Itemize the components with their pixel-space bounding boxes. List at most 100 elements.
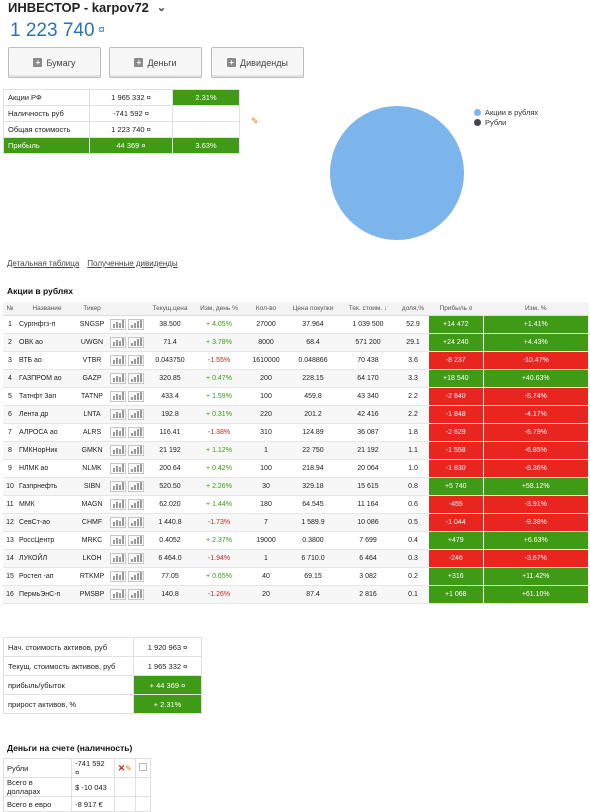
bar-chart-icon[interactable] [128,408,144,420]
area-chart-icon[interactable] [110,498,126,510]
area-chart-icon[interactable] [110,462,126,474]
stock-price: 71.4 [147,333,193,352]
stock-qty: 100 [245,387,287,406]
stock-number: 7 [3,423,17,442]
area-chart-icon[interactable] [110,336,126,348]
area-chart-icon[interactable] [110,390,126,402]
bar-chart-icon[interactable] [128,534,144,546]
stock-row[interactable]: 14 ЛУКОЙЛ LKOH 6 464.0 -1.94% 1 6 710.0 6 464 0.… [3,549,589,568]
bar-chart-icon[interactable] [128,372,144,384]
col-name[interactable]: Название [17,302,77,316]
col-charts [107,302,147,316]
area-chart-icon[interactable] [110,480,126,492]
stock-qty: 1 [245,441,287,460]
area-chart-icon[interactable] [110,588,126,600]
add-dividends-button[interactable]: + Дивиденды [211,47,304,78]
pencil-icon[interactable]: ✎ [251,116,259,127]
stock-row[interactable]: 3 ВТБ ао VTBR 0.043750 -1.55% 1610000 0.048866… [3,351,589,370]
stock-profit: +14 472 [429,315,484,334]
stock-number: 8 [3,441,17,460]
portfolio-title[interactable]: ИНВЕСТОР - karpov72 ⌄ [8,0,166,15]
bar-chart-icon[interactable] [128,318,144,330]
area-chart-icon[interactable] [110,354,126,366]
cash-value: -8 917 € [71,796,115,812]
stock-row[interactable]: 10 Газпрнефть SIBN 520.50 + 2.26% 30 329.18 15 … [3,477,589,496]
totals-row: прибыль/убыток + 44 369 ¤ [3,675,202,695]
area-chart-icon[interactable] [110,570,126,582]
add-securities-button[interactable]: + Бумагу [8,47,101,78]
bar-chart-icon[interactable] [128,480,144,492]
col-profit[interactable]: Прибыль ¤ [429,302,483,316]
received-dividends-link[interactable]: Полученные дивиденды [87,259,177,268]
stock-row[interactable]: 11 ММК MAGN 62.020 + 1.44% 180 64.545 11 164 0.6… [3,495,589,514]
legend-item-rubles[interactable]: Рубли [474,117,538,127]
stock-name: ПермьЭнС-п [17,585,77,604]
area-chart-icon[interactable] [110,534,126,546]
add-money-button[interactable]: + Деньги [109,47,202,78]
checkbox-icon[interactable] [135,758,151,778]
stock-row[interactable]: 8 ГМКНорНик GMKN 21 192 + 1.12% 1 22 750 21 192… [3,441,589,460]
summary-extra: 2.31% [172,89,240,106]
stock-chart-icons [107,477,147,496]
stock-name: ЛУКОЙЛ [17,549,77,568]
stock-row[interactable]: 4 ГАЗПРОМ ао GAZP 320.85 + 0.47% 200 228.15 64 … [3,369,589,388]
stock-row[interactable]: 9 НЛМК ао NLMK 200.64 + 0.42% 100 218.94 20 064… [3,459,589,478]
pencil-icon[interactable]: ✎ [125,764,132,773]
col-price[interactable]: Текущ.цена [147,302,193,316]
summary-label: Прибыль [3,137,90,154]
stock-profit: -1 830 [429,459,484,478]
area-chart-icon[interactable] [110,318,126,330]
area-chart-icon[interactable] [110,516,126,528]
chevron-down-icon[interactable]: ⌄ [157,1,166,14]
stock-name: ГМКНорНик [17,441,77,460]
stock-row[interactable]: 15 Ростел -ап RTKMP 77.05 + 0.65% 40 69.15 3 08… [3,567,589,586]
col-share[interactable]: доля,% [397,302,429,316]
stock-row[interactable]: 16 ПермьЭнС-п PMSBP 140.8 -1.26% 20 87.4 2 816 0… [3,585,589,604]
col-ticker[interactable]: Тикер [77,302,107,316]
bar-chart-icon[interactable] [128,444,144,456]
bar-chart-icon[interactable] [128,516,144,528]
stock-qty: 7 [245,513,287,532]
stock-share: 1.0 [397,459,429,478]
col-day-change[interactable]: Изм, день % [193,302,245,316]
col-number[interactable]: № [3,302,17,316]
stock-row[interactable]: 2 ОВК ао UWGN 71.4 + 3.78% 8000 68.4 571 200 29.… [3,333,589,352]
summary-value: 1 223 740 ¤ [89,121,173,138]
detailed-table-link[interactable]: Детальная таблица [7,259,79,268]
bar-chart-icon[interactable] [128,552,144,564]
stock-row[interactable]: 1 Сургнфгз-п SNGSP 38.500 + 4.05% 27000 37.964… [3,315,589,334]
area-chart-icon[interactable] [110,444,126,456]
bar-chart-icon[interactable] [128,498,144,510]
stock-chart-icons [107,369,147,388]
stock-row[interactable]: 7 АЛРОСА ао ALRS 116.41 -1.38% 310 124.89 36 08… [3,423,589,442]
stock-row[interactable]: 13 РоссЦентр MRKC 0.4052 + 2.37% 19000 0.3800 7… [3,531,589,550]
col-change[interactable]: Изм, % [483,302,589,316]
area-chart-icon[interactable] [110,552,126,564]
bar-chart-icon[interactable] [128,462,144,474]
col-current-value[interactable]: Тек. стоим. ↓ [339,302,397,316]
stock-current-value: 6 464 [339,549,397,568]
bar-chart-icon[interactable] [128,426,144,438]
pie-slice-stocks[interactable] [330,106,464,240]
stock-qty: 40 [245,567,287,586]
legend-item-stocks[interactable]: Акции в рублях [474,107,538,117]
stock-change: -5.74% [483,387,589,406]
summary-row: Акции РФ 1 965 332 ¤ 2.31% [3,89,240,106]
stock-ticker: LNTA [77,405,107,424]
bar-chart-icon[interactable] [128,354,144,366]
stocks-header-row: № Название Тикер Текущ.цена Изм, день % … [3,302,589,316]
stock-ticker: UWGN [77,333,107,352]
area-chart-icon[interactable] [110,372,126,384]
stock-row[interactable]: 6 Лента др LNTA 192.8 + 0.31% 220 201.2 42 416 2… [3,405,589,424]
area-chart-icon[interactable] [110,426,126,438]
col-qty[interactable]: Кол-во [245,302,287,316]
area-chart-icon[interactable] [110,408,126,420]
bar-chart-icon[interactable] [128,390,144,402]
bar-chart-icon[interactable] [128,588,144,600]
stock-row[interactable]: 12 СевСт-ао CHMF 1 440.8 -1.73% 7 1 589.9 10 08… [3,513,589,532]
bar-chart-icon[interactable] [128,336,144,348]
cash-value: $ -10 043 [71,777,115,797]
col-buy-price[interactable]: Цена покупки [287,302,339,316]
stock-row[interactable]: 5 Татнфт 3ап TATNP 433.4 + 1.59% 100 459.8 43 3… [3,387,589,406]
bar-chart-icon[interactable] [128,570,144,582]
